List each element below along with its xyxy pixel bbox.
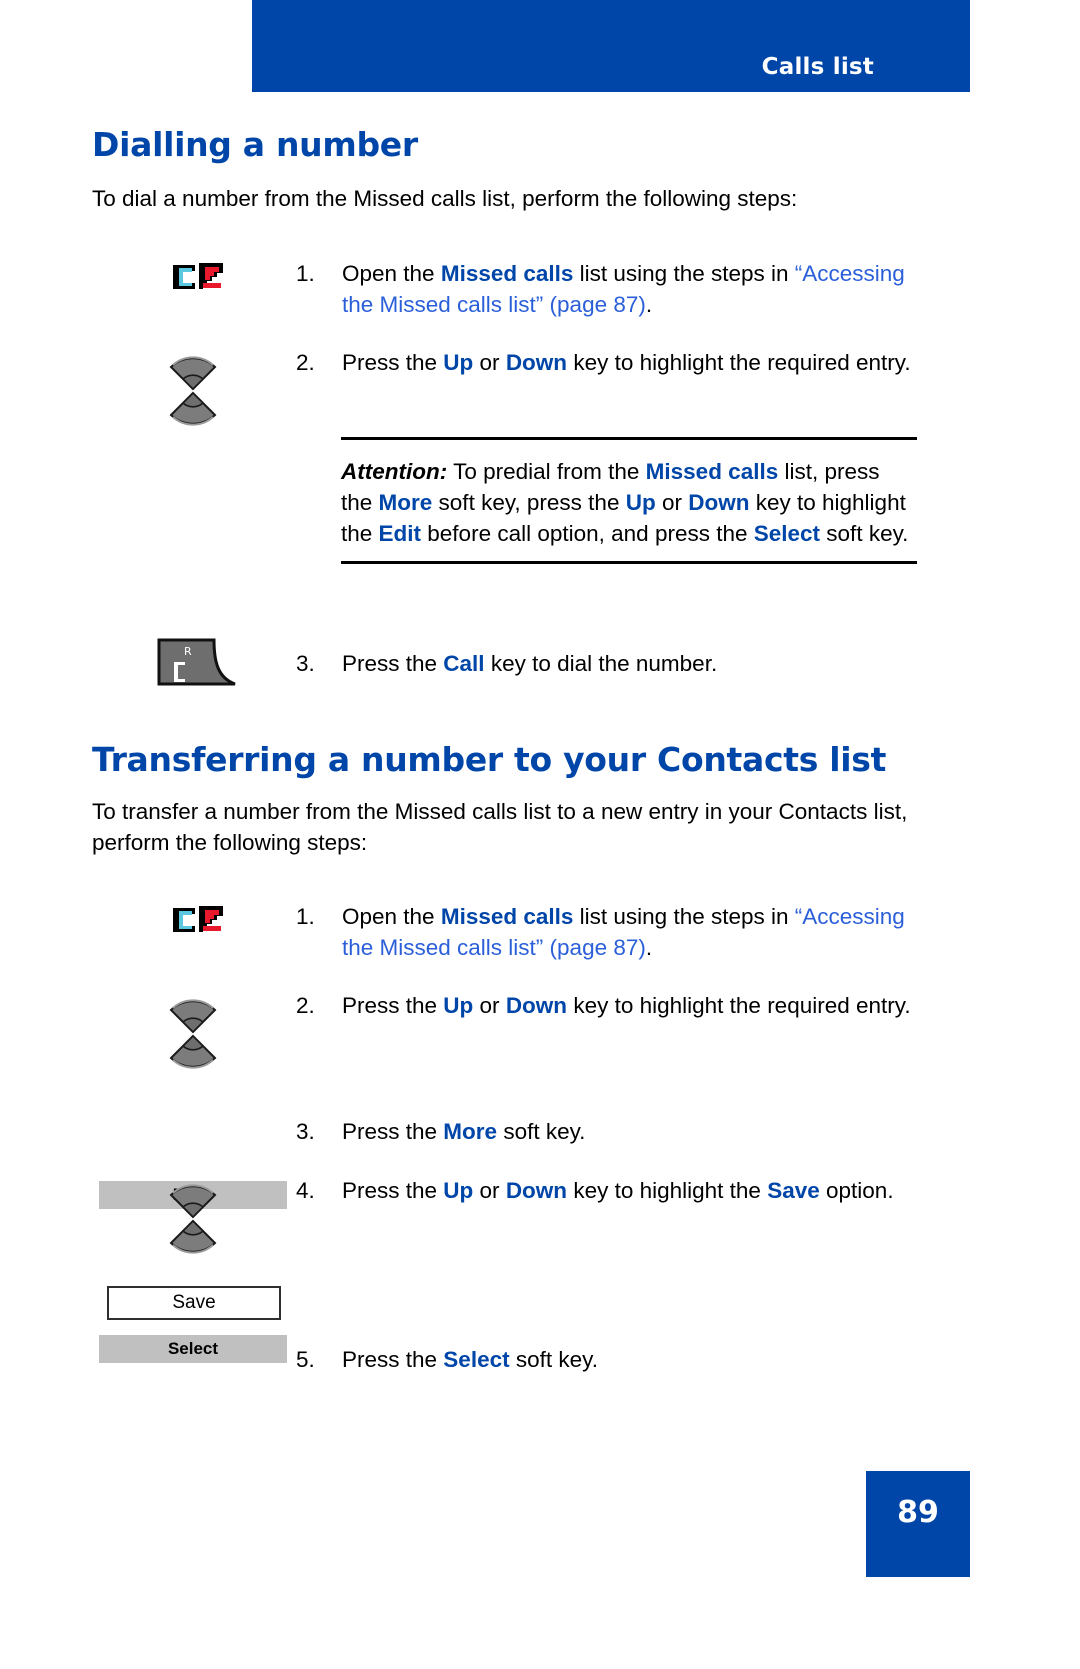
step-text-part: option. (819, 1178, 894, 1203)
navigation-up-down-key-icon (157, 337, 229, 447)
missed-calls-icon (171, 259, 227, 300)
step-text-part: list using the steps in (573, 904, 795, 929)
step-transfer-5: 5. Press the Select soft key. (296, 1344, 926, 1375)
step-text-part: Press the (342, 1178, 444, 1203)
step-text-part: key to highlight the required entry. (567, 993, 911, 1018)
keyword-down: Down (505, 1178, 568, 1203)
keyword-select: Select (753, 521, 821, 546)
step-text-part: Press the (342, 350, 444, 375)
step-text-part: Open the (342, 261, 441, 286)
step-text: Open the Missed calls list using the ste… (342, 258, 926, 320)
step-number: 2. (296, 350, 315, 375)
page-title-dialling: Dialling a number (92, 125, 418, 164)
keyword-call: Call (443, 651, 485, 676)
step-text-part: list using the steps in (573, 261, 795, 286)
keyword-missed-calls: Missed calls (645, 459, 779, 484)
step-text-part: Open the (342, 904, 441, 929)
intro-paragraph-dialling: To dial a number from the Missed calls l… (92, 186, 798, 211)
step-transfer-3: 3. Press the More soft key. (296, 1116, 926, 1147)
keyword-save: Save (767, 1178, 820, 1203)
keyword-down: Down (505, 993, 568, 1018)
page-number-box: 89 (866, 1471, 970, 1577)
step-transfer-2: 2. Press the Up or Down key to highlight… (296, 990, 926, 1021)
navigation-up-down-key-icon (157, 980, 229, 1090)
step-text-part: key to dial the number. (484, 651, 718, 676)
keyword-up: Up (443, 350, 474, 375)
keyword-down: Down (505, 350, 568, 375)
step-text-part: . (645, 292, 653, 317)
step-number: 1. (296, 904, 315, 929)
step-text: Press the Up or Down key to highlight th… (342, 990, 926, 1021)
keyword-select: Select (443, 1347, 510, 1372)
step-number: 3. (296, 651, 315, 676)
page-title-transferring: Transferring a number to your Contacts l… (92, 740, 887, 779)
keyword-up: Up (443, 1178, 474, 1203)
navigation-key-glyph (169, 1184, 217, 1254)
intro-paragraph-transferring: To transfer a number from the Missed cal… (92, 799, 908, 855)
step-text-part: . (645, 935, 653, 960)
step-text-part: key to highlight the (567, 1178, 768, 1203)
step-text-part: or (473, 993, 506, 1018)
keyword-missed-calls: Missed calls (440, 261, 574, 286)
attention-body: Attention: To predial from the Missed ca… (341, 440, 917, 561)
step-text-part: soft key. (497, 1119, 586, 1144)
missed-calls-icon-glyph (173, 263, 223, 289)
softkey-select-button[interactable]: Select (99, 1335, 287, 1363)
step-text-part: Press the (342, 651, 444, 676)
navigation-up-down-key-icon (157, 1165, 229, 1275)
missed-calls-icon-glyph (173, 906, 223, 932)
attention-text-part: soft key, press the (432, 490, 626, 515)
step-dialling-3: 3. Press the Call key to dial the number… (296, 648, 926, 679)
step-number: 2. (296, 993, 315, 1018)
header-title: Calls list (761, 54, 874, 80)
step-text: Press the Up or Down key to highlight th… (342, 347, 926, 378)
manual-page: Calls list Dialling a number To dial a n… (0, 0, 1080, 1669)
navigation-key-glyph (169, 999, 217, 1069)
step-transfer-1: 1. Open the Missed calls list using the … (296, 901, 926, 963)
call-key-glyph: R (157, 638, 236, 686)
attention-bottom-rule (341, 561, 917, 564)
page-number: 89 (897, 1495, 939, 1530)
step-number: 4. (296, 1178, 315, 1203)
attention-text-part: soft key. (820, 521, 909, 546)
keyword-more: More (378, 490, 433, 515)
step-dialling-2: 2. Press the Up or Down key to highlight… (296, 347, 926, 378)
missed-calls-icon (171, 902, 227, 943)
step-text: Press the Up or Down key to highlight th… (342, 1175, 926, 1206)
step-text-part: Press the (342, 1347, 444, 1372)
step-text: Press the More soft key. (342, 1116, 926, 1147)
page-header-band: Calls list (252, 0, 970, 92)
step-text-part: or (473, 350, 506, 375)
step-text: Press the Select soft key. (342, 1344, 926, 1375)
step-number: 5. (296, 1347, 315, 1372)
attention-text-part: before call option, and press the (421, 521, 754, 546)
keyword-edit: Edit (378, 521, 422, 546)
keyword-more: More (443, 1119, 498, 1144)
step-text: Press the Call key to dial the number. (342, 648, 926, 679)
option-box-save[interactable]: Save (107, 1286, 281, 1320)
step-dialling-1: 1. Open the Missed calls list using the … (296, 258, 926, 320)
navigation-key-glyph (169, 356, 217, 426)
keyword-up: Up (625, 490, 656, 515)
call-key-icon: R (156, 634, 238, 695)
step-transfer-4: 4. Press the Up or Down key to highlight… (296, 1175, 926, 1206)
attention-text-part: or (655, 490, 689, 515)
step-number: 1. (296, 261, 315, 286)
step-text-part: or (473, 1178, 506, 1203)
step-text-part: key to highlight the required entry. (567, 350, 911, 375)
step-text: Open the Missed calls list using the ste… (342, 901, 926, 963)
step-text-part: soft key. (509, 1347, 598, 1372)
attention-note: Attention: To predial from the Missed ca… (341, 437, 917, 564)
attention-text-part: To predial from the (447, 459, 646, 484)
keyword-missed-calls: Missed calls (440, 904, 574, 929)
step-text-part: Press the (342, 993, 444, 1018)
step-number: 3. (296, 1119, 315, 1144)
attention-label: Attention: (341, 459, 448, 484)
call-key-r-label: R (184, 645, 192, 658)
keyword-down: Down (688, 490, 750, 515)
step-text-part: Press the (342, 1119, 444, 1144)
keyword-up: Up (443, 993, 474, 1018)
